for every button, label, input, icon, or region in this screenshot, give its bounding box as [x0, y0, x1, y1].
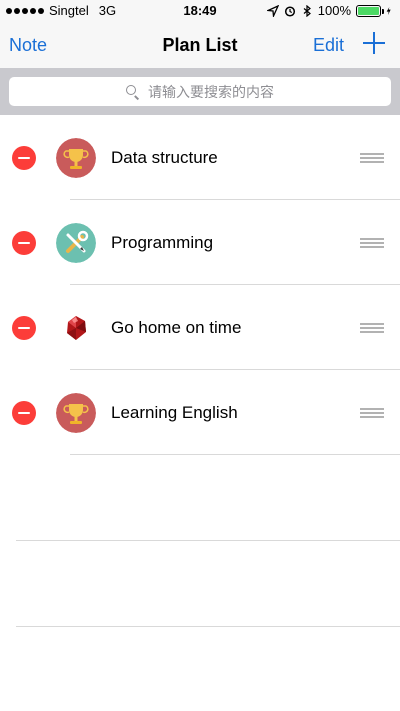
edit-button[interactable]: Edit: [313, 35, 344, 56]
delete-icon[interactable]: [12, 316, 36, 340]
search-input[interactable]: 请输入要搜索的内容: [9, 77, 391, 106]
plus-icon[interactable]: [363, 32, 385, 54]
plan-list: Data structure Programming Go home on ti…: [0, 115, 400, 455]
alarm-icon: [284, 5, 295, 17]
location-icon: [266, 4, 279, 17]
trophy-icon: [56, 393, 96, 433]
plan-title: Data structure: [111, 148, 218, 167]
battery-icon: [356, 4, 384, 17]
tools-icon: [56, 223, 96, 263]
list-item[interactable]: Data structure: [0, 115, 400, 200]
charging-icon: [386, 6, 391, 15]
delete-icon[interactable]: [12, 146, 36, 170]
reorder-handle-icon[interactable]: [360, 238, 384, 249]
delete-icon[interactable]: [12, 401, 36, 425]
divider: [16, 626, 400, 627]
delete-icon[interactable]: [12, 231, 36, 255]
plan-title: Go home on time: [111, 318, 242, 337]
battery-percentage: 100%: [317, 3, 351, 18]
reorder-handle-icon[interactable]: [360, 153, 384, 164]
bluetooth-icon: [303, 4, 311, 17]
reorder-handle-icon[interactable]: [360, 323, 384, 334]
status-bar: Singtel 3G 18:49 100%: [0, 0, 400, 22]
ruby-icon: [67, 316, 86, 340]
navigation-bar: Note Plan List Edit: [0, 22, 400, 68]
trophy-icon: [56, 138, 96, 178]
search-icon: [126, 84, 140, 100]
search-bar: 请输入要搜索的内容: [0, 68, 400, 115]
plan-title: Programming: [111, 233, 214, 252]
divider: [16, 540, 400, 541]
plan-title: Learning English: [111, 403, 238, 422]
list-item[interactable]: Go home on time: [0, 285, 400, 370]
list-item[interactable]: Programming: [0, 200, 400, 285]
list-item[interactable]: Learning English: [0, 370, 400, 455]
reorder-handle-icon[interactable]: [360, 408, 384, 419]
search-placeholder: 请输入要搜索的内容: [148, 83, 274, 100]
